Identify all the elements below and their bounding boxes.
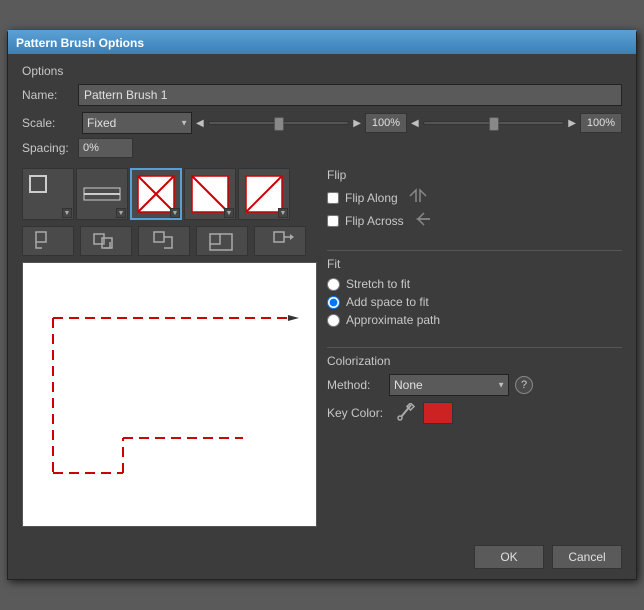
tile-side-dropdown[interactable]: ▼: [62, 208, 72, 218]
action-btn-2[interactable]: [80, 226, 132, 256]
key-color-label: Key Color:: [327, 406, 383, 420]
tile-end-dropdown[interactable]: ▼: [278, 208, 288, 218]
stretch-to-fit-label: Stretch to fit: [346, 277, 410, 291]
scale-left-arrow[interactable]: ◀: [196, 118, 204, 129]
preview-box: [22, 262, 317, 527]
fit-section-title: Fit: [327, 257, 622, 271]
eyedropper-icon[interactable]: [397, 403, 415, 424]
dialog-title: Pattern Brush Options: [8, 32, 636, 54]
add-space-to-fit-radio[interactable]: [327, 296, 340, 309]
scale-slider-1[interactable]: [208, 121, 350, 125]
action-btn-4[interactable]: [196, 226, 248, 256]
divider-2: [327, 347, 622, 348]
action-btn-5[interactable]: [254, 226, 306, 256]
flip-along-icon: [408, 188, 428, 207]
spacing-label: Spacing:: [22, 141, 72, 155]
approximate-path-label: Approximate path: [346, 313, 440, 327]
flip-across-label: Flip Across: [345, 214, 404, 228]
scale-right-arrow-2[interactable]: ▶: [568, 118, 576, 129]
action-btn-1[interactable]: [22, 226, 74, 256]
spacing-input[interactable]: [78, 138, 133, 158]
name-label: Name:: [22, 88, 72, 102]
scale-right-arrow[interactable]: ▶: [353, 118, 361, 129]
scale-label: Scale:: [22, 116, 72, 130]
scale-left-arrow-2[interactable]: ◀: [411, 118, 419, 129]
colorization-section-title: Colorization: [327, 354, 622, 368]
scale-pct1-input[interactable]: [365, 113, 407, 133]
scale-pct2-input[interactable]: [580, 113, 622, 133]
add-space-to-fit-label: Add space to fit: [346, 295, 429, 309]
colorization-hint-icon[interactable]: ?: [515, 376, 533, 394]
approximate-path-radio[interactable]: [327, 314, 340, 327]
scale-slider-2[interactable]: [423, 121, 565, 125]
ok-button[interactable]: OK: [474, 545, 544, 569]
pattern-brush-options-dialog: Pattern Brush Options Options Name: Scal…: [7, 30, 637, 580]
method-label: Method:: [327, 378, 377, 392]
flip-across-icon: [414, 211, 434, 230]
action-btn-3[interactable]: [138, 226, 190, 256]
tile-outer-corner-dropdown[interactable]: ▼: [116, 208, 126, 218]
tile-inner-corner-dropdown[interactable]: ▼: [170, 208, 180, 218]
stretch-to-fit-radio[interactable]: [327, 278, 340, 291]
flip-section-title: Flip: [327, 168, 622, 182]
scale-dropdown[interactable]: Fixed Pressure: [82, 112, 192, 134]
flip-along-checkbox[interactable]: [327, 192, 339, 204]
cancel-button[interactable]: Cancel: [552, 545, 622, 569]
method-dropdown[interactable]: None Tints Tints and Shades Hue Shift: [389, 374, 509, 396]
divider-1: [327, 250, 622, 251]
flip-along-label: Flip Along: [345, 191, 398, 205]
flip-across-checkbox[interactable]: [327, 215, 339, 227]
tile-start-dropdown[interactable]: ▼: [224, 208, 234, 218]
key-color-swatch[interactable]: [423, 402, 453, 424]
name-input[interactable]: [78, 84, 622, 106]
options-section-label: Options: [22, 64, 622, 78]
